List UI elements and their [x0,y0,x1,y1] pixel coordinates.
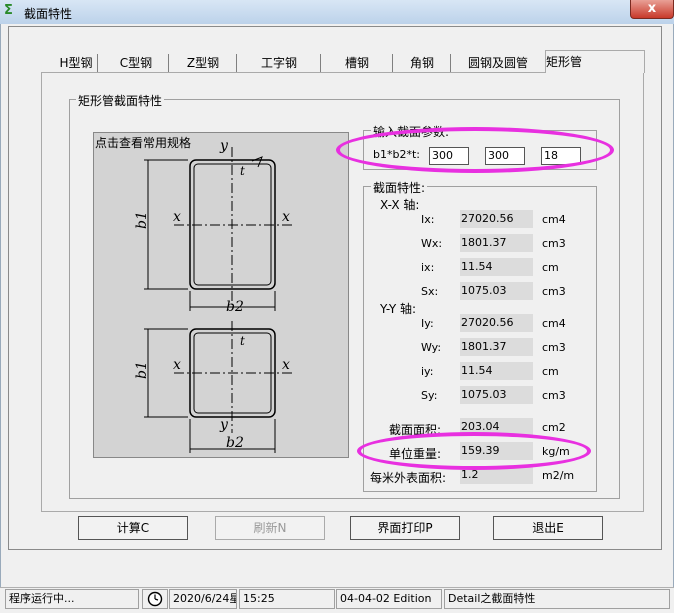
status-time: 15:25 [239,589,335,609]
sx-unit: cm3 [542,285,566,298]
weight-highlight-oval [357,432,591,470]
tab-round-pipe[interactable]: 圆钢及圆管 [452,54,544,72]
section-group-label: 矩形管截面特性 [76,92,165,109]
surface-area-label: 每米外表面积: [370,471,447,485]
ix-radius-value: 11.54 [460,258,533,276]
tab-channel[interactable]: 槽钢 [322,54,393,72]
lower-x-right-label: x [282,357,290,373]
sx-label: Sx: [421,285,439,298]
area-unit: cm2 [542,421,566,434]
lower-x-left-label: x [173,357,181,373]
title-bar [0,0,674,24]
upper-t-label: t [240,164,245,178]
input-highlight-oval [336,127,614,173]
status-edition: 04-04-02 Edition [336,589,442,609]
upper-b2-label: b2 [226,299,244,315]
app-icon: Σ [4,3,13,18]
lower-b1-label: b1 [134,361,150,379]
tab-angle[interactable]: 角钢 [394,54,451,72]
refresh-button[interactable]: 刷新N [215,516,325,540]
status-date: 2020/6/24星 [169,589,237,609]
sx-value: 1075.03 [460,282,533,300]
lower-y-label: y [219,417,229,433]
ix-moment-value: 27020.56 [460,210,533,228]
upper-y-label: y [219,138,229,154]
window-title: 截面特性 [24,7,73,21]
upper-t-arrow [251,156,263,168]
iy-radius-label: iy: [421,365,434,378]
wy-value: 1801.37 [460,338,533,356]
drawing-caption[interactable]: 点击查看常用规格 [95,134,191,151]
close-button[interactable]: x [630,0,674,19]
upper-x-left-label: x [173,209,181,225]
wx-label: Wx: [421,237,443,250]
wy-unit: cm3 [542,341,566,354]
print-screen-button[interactable]: 界面打印P [350,516,460,540]
calculate-button[interactable]: 计算C [78,516,188,540]
iy-moment-unit: cm4 [542,317,566,330]
tab-i-beam[interactable]: 工字钢 [238,54,321,72]
ix-radius-unit: cm [542,261,559,274]
surface-area-unit: m2/m [542,469,575,482]
xx-axis-label: X-X 轴: [380,198,420,212]
status-module: Detail之截面特性 [444,589,670,609]
sy-unit: cm3 [542,389,566,402]
lower-t-label: t [240,334,245,348]
section-drawing[interactable]: y x x b1 b2 t x x b1 y b2 t [93,132,349,458]
iy-moment-value: 27020.56 [460,314,533,332]
tab-rect-tube[interactable]: 矩形管 [545,50,645,73]
wx-value: 1801.37 [460,234,533,252]
ix-moment-unit: cm4 [542,213,566,226]
wy-label: Wy: [421,341,442,354]
tab-z-steel[interactable]: Z型钢 [170,54,237,72]
upper-b1-label: b1 [134,211,150,229]
ix-radius-label: ix: [421,261,435,274]
clock-icon [142,589,168,609]
exit-button[interactable]: 退出E [493,516,603,540]
iy-moment-label: Iy: [421,317,434,330]
tab-h-steel[interactable]: H型钢 [55,54,98,72]
iy-radius-unit: cm [542,365,559,378]
properties-group-label: 截面特性: [371,179,428,196]
tab-c-steel[interactable]: C型钢 [104,54,169,72]
iy-radius-value: 11.54 [460,362,533,380]
lower-b2-label: b2 [226,435,244,451]
sy-value: 1075.03 [460,386,533,404]
yy-axis-label: Y-Y 轴: [380,302,417,316]
upper-x-right-label: x [282,209,290,225]
status-message: 程序运行中... [5,589,139,609]
ix-moment-label: Ix: [421,213,435,226]
wx-unit: cm3 [542,237,566,250]
sy-label: Sy: [421,389,438,402]
